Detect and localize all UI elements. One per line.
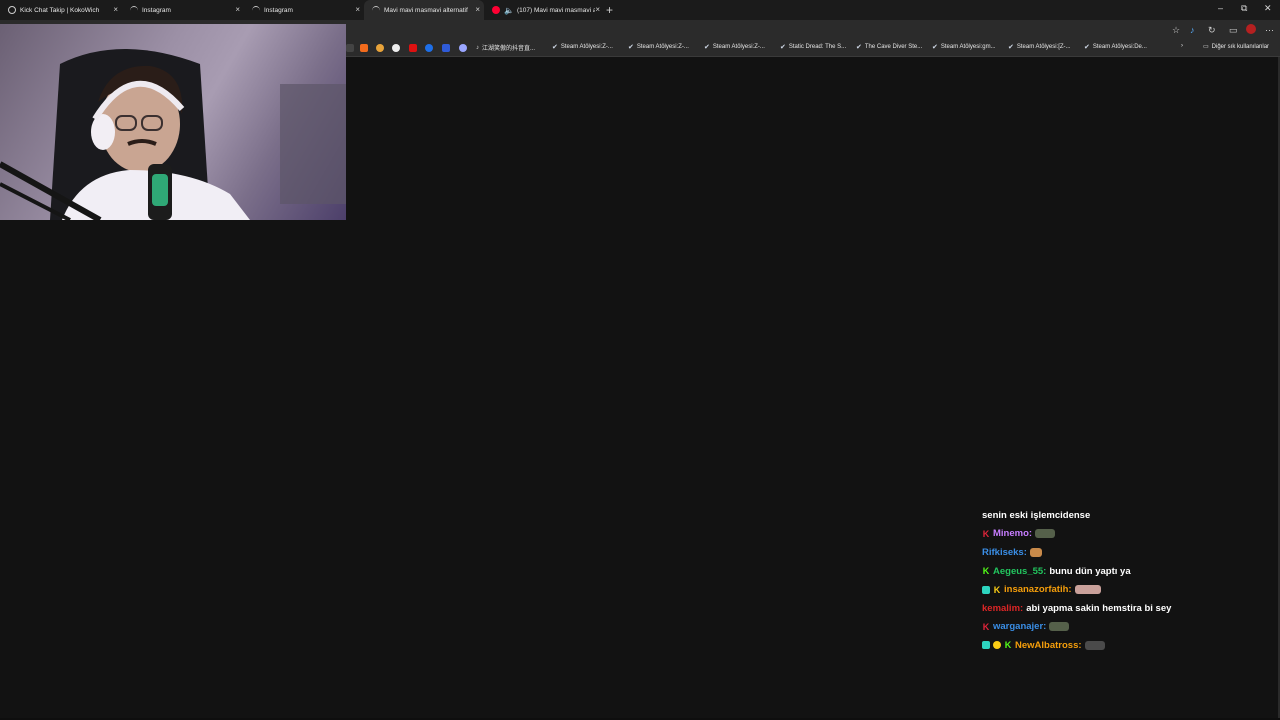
gift-badge-icon — [993, 641, 1001, 650]
steam-icon: ✔ — [780, 44, 786, 51]
chat-message: K warganajer: — [982, 618, 1272, 637]
bookmark-item[interactable]: ♪ 江湖笑傲的抖音直... — [476, 43, 535, 53]
emote-icon — [1084, 640, 1105, 650]
subscriber-badge-icon — [982, 641, 990, 650]
globe-icon — [8, 6, 16, 14]
bookmark-item[interactable]: ✔ Steam Atölyesi:Z-... — [628, 43, 689, 51]
kick-badge-icon: K — [982, 566, 990, 577]
emote-icon — [1029, 547, 1042, 557]
minimize-button[interactable]: – — [1218, 3, 1223, 13]
chat-username: warganajer: — [993, 621, 1047, 633]
steam-icon: ✔ — [628, 44, 634, 51]
steam-icon: ✔ — [1008, 44, 1014, 51]
webcam-overlay — [0, 24, 346, 220]
bookmark-favicon[interactable] — [459, 44, 467, 52]
folder-icon: ▭ — [1203, 44, 1209, 50]
chat-username: NewAlbatross: — [1015, 639, 1082, 651]
steam-icon: ✔ — [932, 44, 938, 51]
loading-icon — [372, 5, 380, 15]
kick-badge-icon: K — [1004, 640, 1012, 651]
emote-icon — [1035, 529, 1056, 539]
steam-icon: ✔ — [704, 44, 710, 51]
chat-username: insanazorfatih: — [1004, 584, 1072, 596]
kick-badge-icon: K — [982, 528, 990, 539]
tab-instagram-1[interactable]: Instagram × — [122, 0, 244, 20]
chat-username: Aegeus_55: — [993, 565, 1047, 577]
loading-icon — [252, 5, 260, 15]
close-window-button[interactable]: ✕ — [1264, 3, 1272, 14]
tab-mavi-active[interactable]: Mavi mavi masmavi alternatif link × — [364, 0, 484, 20]
chat-overlay: senin eski işlemcidense K Minemo: Rifkis… — [982, 506, 1272, 655]
streamer-webcam-image — [0, 49, 346, 220]
bookmark-item[interactable]: ✔ Steam Atölyesi:[Z-... — [1008, 43, 1071, 51]
steam-icon: ✔ — [856, 44, 862, 51]
bookmark-favicon[interactable] — [346, 44, 354, 52]
chat-username: Minemo: — [993, 528, 1033, 540]
chat-message: K Minemo: — [982, 525, 1272, 544]
chat-message: K NewAlbatross: — [982, 636, 1272, 655]
chat-message: K insanazorfatih: — [982, 580, 1272, 599]
tab-close-icon[interactable]: × — [355, 5, 360, 15]
loading-icon — [130, 5, 138, 15]
bookmark-item[interactable]: ✔ Steam Atölyesi:De... — [1084, 43, 1147, 51]
bookmark-item[interactable]: ✔ The Cave Diver Ste... — [856, 43, 922, 51]
tab-close-icon[interactable]: × — [113, 5, 118, 15]
chat-message: senin eski işlemcidense — [982, 509, 1091, 521]
bookmark-item[interactable]: ✔ Steam Atölyesi:gm... — [932, 43, 996, 51]
chat-username: Rifkiseks: — [982, 546, 1027, 558]
maximize-button[interactable]: ⧉ — [1241, 3, 1247, 14]
bookmark-favicon[interactable] — [392, 44, 400, 52]
star-icon[interactable]: ☆ — [1172, 25, 1180, 36]
bookmark-favicon[interactable] — [409, 44, 417, 52]
more-menu-icon[interactable]: ⋯ — [1265, 25, 1274, 36]
tab-strip: Kick Chat Takip | KokoWich × Instagram ×… — [0, 0, 1280, 20]
new-tab-button[interactable]: + — [606, 3, 613, 17]
bookmark-favicon[interactable] — [376, 44, 384, 52]
profile-avatar[interactable] — [1246, 24, 1256, 34]
tab-close-icon[interactable]: × — [235, 5, 240, 15]
tab-youtube[interactable]: 🔈 (107) Mavi mavi masmavi alte × — [484, 0, 604, 20]
emote-icon — [1049, 622, 1070, 632]
extensions-icon[interactable]: ▭ — [1229, 25, 1238, 36]
kick-badge-icon: K — [993, 584, 1001, 595]
bookmark-item[interactable]: ✔ Steam Atölyesi:Z-... — [552, 43, 613, 51]
steam-icon: ✔ — [1084, 44, 1090, 51]
chat-message: kemalim: abi yapma sakin hemstira bi sey — [982, 602, 1172, 614]
bookmark-favicon[interactable] — [360, 44, 368, 52]
chat-username: kemalim: — [982, 602, 1024, 614]
youtube-icon — [492, 6, 500, 14]
speaker-icon[interactable]: 🔈 — [504, 6, 514, 15]
chat-message: K Aegeus_55: bunu dün yaptı ya — [982, 565, 1131, 577]
bookmark-item[interactable]: ✔ Static Dread: The S... — [780, 43, 846, 51]
tab-kick-chat[interactable]: Kick Chat Takip | KokoWich × — [0, 0, 122, 20]
emote-icon — [1074, 585, 1101, 595]
subscriber-badge-icon — [982, 585, 990, 594]
kick-badge-icon: K — [982, 621, 990, 632]
tab-close-icon[interactable]: × — [595, 5, 600, 15]
bookmark-favicon[interactable] — [442, 44, 450, 52]
bookmark-item[interactable]: ✔ Steam Atölyesi:Z-... — [704, 43, 765, 51]
chat-message: Rifkiseks: — [982, 543, 1272, 562]
read-aloud-icon[interactable]: ♪ — [1190, 25, 1195, 35]
other-bookmarks[interactable]: ▭ Diğer sık kullanılanlar — [1203, 43, 1269, 51]
tab-instagram-2[interactable]: Instagram × — [244, 0, 364, 20]
steam-icon: ✔ — [552, 44, 558, 51]
bookmark-favicon[interactable] — [425, 44, 433, 52]
tab-close-icon[interactable]: × — [475, 5, 480, 15]
refresh-icon[interactable]: ↻ — [1208, 25, 1216, 36]
chevron-right-icon[interactable]: › — [1181, 43, 1183, 49]
